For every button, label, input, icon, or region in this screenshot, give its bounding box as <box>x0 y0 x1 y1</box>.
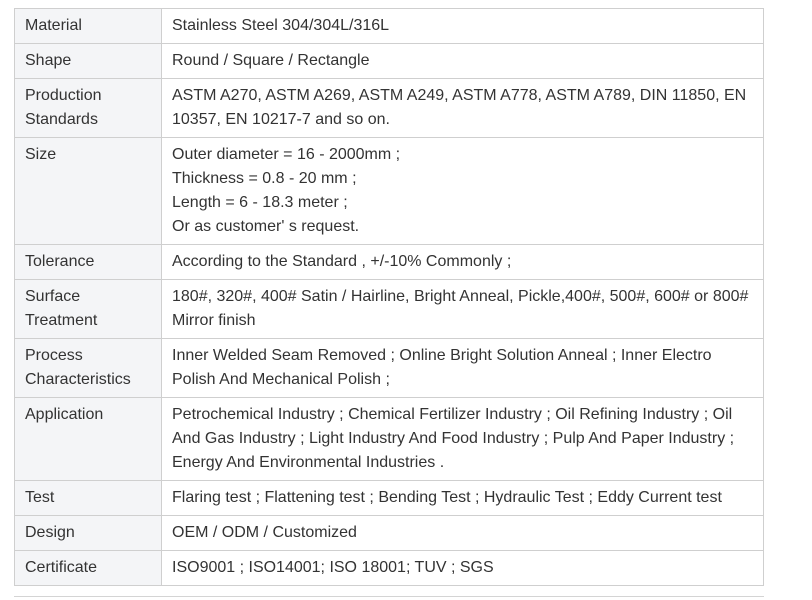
row-value-process-characteristics: Inner Welded Seam Removed ; Online Brigh… <box>161 338 764 398</box>
spec-table-container: Material Stainless Steel 304/304L/316L S… <box>14 8 764 586</box>
row-label-test: Test <box>14 480 162 516</box>
row-label-production-standards: Production Standards <box>14 78 162 138</box>
table-row: Size Outer diameter = 16 - 2000mm ; Thic… <box>14 137 764 245</box>
table-row: Application Petrochemical Industry ; Che… <box>14 397 764 481</box>
row-value-certificate: ISO9001 ; ISO14001; ISO 18001; TUV ; SGS <box>161 550 764 586</box>
row-label-tolerance: Tolerance <box>14 244 162 280</box>
row-value-material: Stainless Steel 304/304L/316L <box>161 8 764 44</box>
row-label-material: Material <box>14 8 162 44</box>
row-value-test: Flaring test ; Flattening test ; Bending… <box>161 480 764 516</box>
table-row: Production Standards ASTM A270, ASTM A26… <box>14 78 764 138</box>
table-row: Test Flaring test ; Flattening test ; Be… <box>14 480 764 516</box>
row-value-size: Outer diameter = 16 - 2000mm ; Thickness… <box>161 137 764 245</box>
row-value-application: Petrochemical Industry ; Chemical Fertil… <box>161 397 764 481</box>
row-label-surface-treatment: Surface Treatment <box>14 279 162 339</box>
table-row: Tolerance According to the Standard , +/… <box>14 244 764 280</box>
spec-table: Material Stainless Steel 304/304L/316L S… <box>14 8 764 586</box>
table-row: Material Stainless Steel 304/304L/316L <box>14 8 764 44</box>
bottom-divider <box>14 596 764 597</box>
row-label-design: Design <box>14 515 162 551</box>
row-value-production-standards: ASTM A270, ASTM A269, ASTM A249, ASTM A7… <box>161 78 764 138</box>
row-label-process-characteristics: Process Characteristics <box>14 338 162 398</box>
row-value-surface-treatment: 180#, 320#, 400# Satin / Hairline, Brigh… <box>161 279 764 339</box>
table-row: Certificate ISO9001 ; ISO14001; ISO 1800… <box>14 550 764 586</box>
row-value-design: OEM / ODM / Customized <box>161 515 764 551</box>
table-row: Design OEM / ODM / Customized <box>14 515 764 551</box>
row-label-application: Application <box>14 397 162 481</box>
table-row: Shape Round / Square / Rectangle <box>14 43 764 79</box>
row-label-certificate: Certificate <box>14 550 162 586</box>
row-value-shape: Round / Square / Rectangle <box>161 43 764 79</box>
table-row: Process Characteristics Inner Welded Sea… <box>14 338 764 398</box>
row-label-size: Size <box>14 137 162 245</box>
table-row: Surface Treatment 180#, 320#, 400# Satin… <box>14 279 764 339</box>
row-label-shape: Shape <box>14 43 162 79</box>
row-value-tolerance: According to the Standard , +/-10% Commo… <box>161 244 764 280</box>
